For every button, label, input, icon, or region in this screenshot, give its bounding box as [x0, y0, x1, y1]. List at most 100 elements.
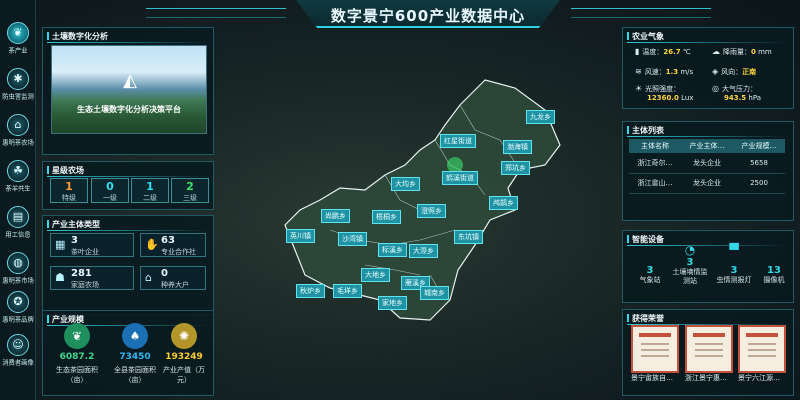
sun-icon: ☀ — [635, 84, 643, 93]
sheep-icon: ☘ — [7, 160, 29, 182]
weather-illuminance: ☀ 光照强度： 12360.0 Lux — [635, 84, 693, 103]
panel-title: 星级农场 — [47, 165, 84, 176]
honor-certificate[interactable] — [685, 325, 733, 373]
producer-count: 0 — [161, 268, 168, 279]
sidebar-item-tea-sheep[interactable]: ☘ 茶羊共生 — [0, 158, 36, 202]
township-shawan[interactable]: 沙湾镇 — [338, 232, 367, 246]
producer-large-grower[interactable]: ⌂ 0 种养大户 — [140, 266, 206, 290]
weather-label: 大气压力： — [721, 85, 757, 93]
weather-temperature: ▮ 温度：26.7 ℃ — [635, 47, 691, 57]
weather-wind-speed: ≋ 风速：1.3 m/s — [635, 67, 693, 77]
family-icon: ☗ — [55, 271, 65, 284]
panel-title: 土壤数字化分析 — [47, 31, 108, 42]
wind-icon: ≋ — [635, 67, 642, 76]
township-qiulu[interactable]: 秋炉乡 — [296, 284, 325, 298]
weather-station-icon — [630, 243, 670, 257]
honor-certificate[interactable] — [738, 325, 786, 373]
township-chengnan[interactable]: 城南乡 — [420, 286, 449, 300]
producer-tea-enterprise[interactable]: ▦ 3 茶叶企业 — [50, 233, 134, 257]
sidebar-item-consumer[interactable]: ☺ 消费者画像 — [0, 332, 36, 376]
honor-certificate[interactable] — [631, 325, 679, 373]
scale-unit: （亩） — [124, 376, 146, 384]
table-row[interactable]: 浙江畲山… 龙头企业 2500 — [629, 173, 785, 194]
insect-lamp-icon: ▀ — [729, 243, 739, 257]
header: 数字景宁600产业数据中心 — [36, 0, 800, 30]
eco-tea-icon: ❦ — [64, 323, 90, 349]
township-luci[interactable]: 鸬鹚乡 — [489, 196, 518, 210]
township-jiadi[interactable]: 家地乡 — [378, 296, 407, 310]
weather-value: 26.7 — [663, 48, 681, 56]
township-shangpeng[interactable]: 尚鹏乡 — [321, 209, 350, 223]
sidebar-item-tea-brand[interactable]: ✪ 惠明茶品牌 — [0, 289, 36, 333]
device-insect-lamp[interactable]: ▀ 3 虫情测报灯 — [714, 243, 754, 285]
leaf-icon: ❦ — [7, 22, 29, 44]
market-icon: ◍ — [7, 252, 29, 274]
device-label: 摄像机 — [763, 276, 785, 284]
sidebar-item-tea-industry[interactable]: ❦ 茶产业 — [0, 20, 36, 64]
sidebar-item-tea-farm[interactable]: ⌂ 惠明茶农场 — [0, 112, 36, 156]
tea-garden-icon: ♠ — [122, 323, 148, 349]
producer-count: 3 — [71, 235, 78, 246]
banner-caption: 生态土壤数字化分析决策平台 — [77, 105, 181, 114]
certificate-text-line — [748, 343, 776, 345]
grade-first[interactable]: 0 一级 — [91, 178, 129, 203]
sidebar: ❦ 茶产业 ✱ 防虫害监测 ⌂ 惠明茶农场 ☘ 茶羊共生 ▤ 用工信息 ◍ 惠明… — [0, 0, 36, 400]
township-daji[interactable]: 大漈乡 — [409, 244, 438, 258]
township-dajun[interactable]: 大均乡 — [391, 177, 420, 191]
sidebar-item-label: 茶产业 — [8, 46, 28, 55]
sidebar-item-employment[interactable]: ▤ 用工信息 — [0, 204, 36, 248]
grade-special[interactable]: 1 特级 — [50, 178, 88, 203]
grade-second[interactable]: 1 二级 — [131, 178, 169, 203]
column-header[interactable]: 主体名称 — [629, 139, 681, 153]
grade-label: 一级 — [103, 194, 117, 202]
producer-cooperative[interactable]: ✋ 63 专业合作社 — [140, 233, 206, 257]
township-biaoxi[interactable]: 标溪乡 — [378, 243, 407, 257]
township-dadi[interactable]: 大地乡 — [361, 268, 390, 282]
township-hongxing[interactable]: 红星街道 — [440, 134, 476, 148]
device-count: 3 — [646, 265, 654, 276]
weather-value: 943.5 — [724, 94, 747, 102]
device-label-line1: 土壤墒情监 — [672, 268, 708, 276]
table-row[interactable]: 浙江奇尔… 龙头企业 5658 — [629, 153, 785, 174]
township-chengzhao[interactable]: 澄照乡 — [417, 204, 446, 218]
brand-icon: ✪ — [7, 291, 29, 313]
header-decoration-right — [571, 8, 711, 18]
township-maoyang[interactable]: 毛垟乡 — [333, 284, 362, 298]
weather-unit: Lux — [681, 94, 694, 102]
sidebar-item-label: 消费者画像 — [2, 358, 34, 367]
panel-divider — [627, 136, 789, 137]
table-cell: 5658 — [733, 153, 785, 174]
device-camera[interactable]: 13 摄像机 — [754, 243, 794, 285]
consumer-icon: ☺ — [7, 334, 29, 356]
certificate-text-line — [748, 355, 776, 357]
producer-type-panel: 产业主体类型 — [42, 215, 214, 315]
device-soil-sensor[interactable]: ◔ 3 土壤墒情监 测站 — [670, 243, 710, 286]
township-yingchuan[interactable]: 英川镇 — [286, 229, 315, 243]
rain-icon: ☁ — [712, 47, 720, 56]
township-hexi[interactable]: 鹤溪街道 — [442, 171, 478, 185]
producer-label: 种养大户 — [161, 281, 189, 289]
sidebar-item-pest-monitor[interactable]: ✱ 防虫害监测 — [0, 66, 36, 110]
column-header[interactable]: 产业主体… — [681, 139, 733, 153]
sidebar-item-tea-market[interactable]: ◍ 惠明茶市场 — [0, 250, 36, 294]
township-wutong[interactable]: 梧桐乡 — [372, 210, 401, 224]
grade-value: 2 — [186, 180, 194, 193]
township-bohai[interactable]: 渤海镇 — [503, 140, 532, 154]
scale-label: 产业产值（万 元） — [149, 365, 219, 385]
device-weather-station[interactable]: 3 气象站 — [630, 243, 670, 285]
township-jiulong[interactable]: 九龙乡 — [526, 110, 555, 124]
sidebar-item-label: 茶羊共生 — [5, 184, 31, 193]
township-zhengkeng[interactable]: 郑坑乡 — [501, 161, 530, 175]
weather-rainfall: ☁ 降雨量：0 mm — [712, 47, 772, 57]
weather-unit: ℃ — [682, 48, 691, 56]
soil-platform-banner[interactable]: ◭ 生态土壤数字化分析决策平台 — [51, 45, 207, 134]
camera-icon — [754, 243, 794, 257]
weather-label: 降雨量： — [723, 48, 751, 56]
producer-family-farm[interactable]: ☗ 281 家庭农场 — [50, 266, 134, 290]
grade-third[interactable]: 2 三级 — [171, 178, 209, 203]
township-dongkeng[interactable]: 东坑镇 — [454, 230, 483, 244]
page-title: 数字景宁600产业数据中心 — [330, 7, 526, 25]
weather-value: 1.3 — [665, 68, 679, 76]
column-header[interactable]: 产业规模… — [733, 139, 785, 153]
pressure-icon: ◎ — [712, 84, 719, 93]
